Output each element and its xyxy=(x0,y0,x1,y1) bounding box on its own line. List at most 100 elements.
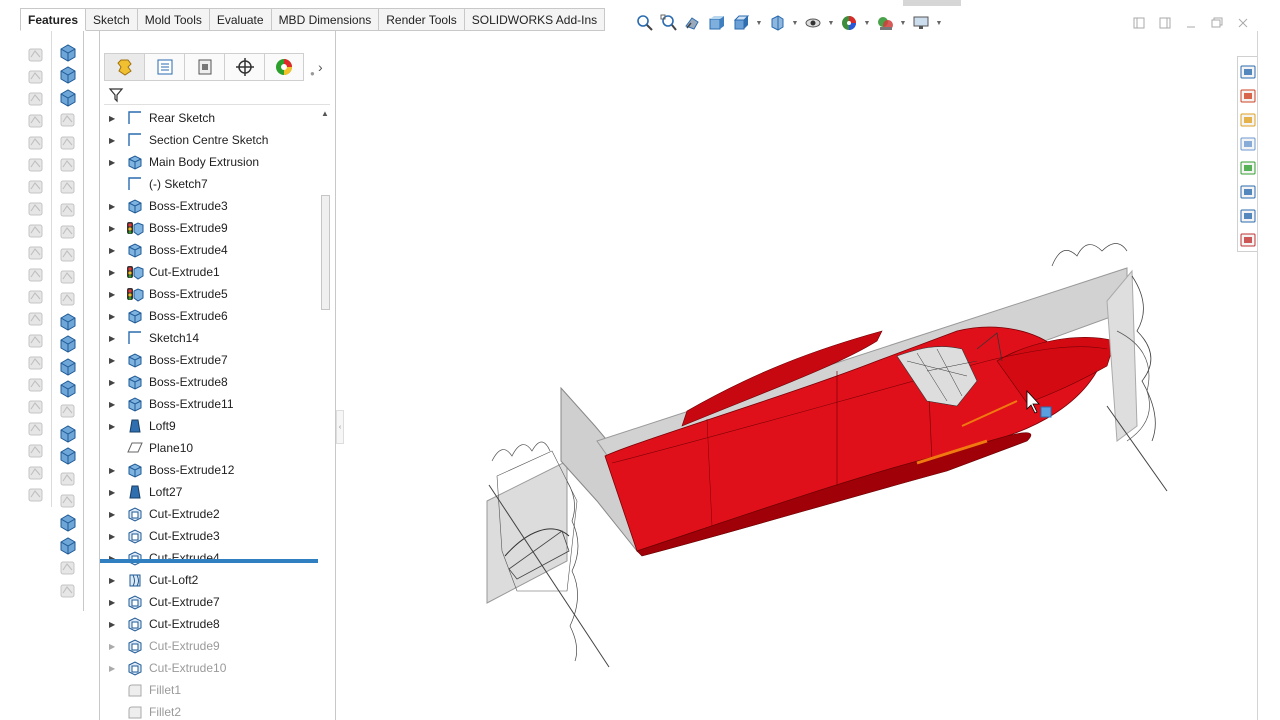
swept-cut-icon[interactable] xyxy=(58,110,78,130)
tab-mbd-dimensions[interactable]: MBD Dimensions xyxy=(271,8,380,31)
curves-icon[interactable] xyxy=(26,375,46,395)
tree-item[interactable]: ▶ Rear Sketch xyxy=(100,107,318,129)
expand-arrow-icon[interactable]: ▶ xyxy=(100,290,120,299)
tree-item[interactable]: ▶ Boss-Extrude7 xyxy=(100,349,318,371)
expand-arrow-icon[interactable]: ▶ xyxy=(100,620,120,629)
tree-item[interactable]: Plane10 xyxy=(100,437,318,459)
chamfer-icon[interactable] xyxy=(58,177,78,197)
thicken-icon[interactable] xyxy=(26,155,46,175)
more-tabs-chevron-icon[interactable]: › xyxy=(318,59,323,75)
expand-arrow-icon[interactable]: ▶ xyxy=(100,400,120,409)
close-icon[interactable] xyxy=(1234,14,1252,32)
tree-item[interactable]: ▶ Boss-Extrude11 xyxy=(100,393,318,415)
tree-item[interactable]: ▶ Boss-Extrude3 xyxy=(100,195,318,217)
custom-properties-icon[interactable] xyxy=(1239,183,1257,201)
boundary-boss-icon[interactable] xyxy=(26,133,46,153)
wrap-icon[interactable] xyxy=(26,287,46,307)
delete-face-icon[interactable] xyxy=(58,312,78,332)
deform-icon[interactable] xyxy=(26,463,46,483)
point-icon[interactable] xyxy=(58,424,78,444)
tab-features[interactable]: Features xyxy=(20,8,87,31)
move-face-icon[interactable] xyxy=(58,289,78,309)
dimxpert-manager-tab-icon[interactable] xyxy=(224,53,264,81)
boundary-cut-icon[interactable] xyxy=(58,155,78,175)
indent-icon[interactable] xyxy=(26,485,46,505)
coordinate-system-icon[interactable] xyxy=(58,401,78,421)
tab-mold-tools[interactable]: Mold Tools xyxy=(137,8,210,31)
tab-solidworks-add-ins[interactable]: SOLIDWORKS Add-Ins xyxy=(464,8,606,31)
design-library-icon[interactable] xyxy=(1239,87,1257,105)
rollback-bar[interactable] xyxy=(100,559,318,563)
expand-arrow-icon[interactable]: ▶ xyxy=(100,158,120,167)
reference-geometry-icon[interactable] xyxy=(26,353,46,373)
model-viewport[interactable] xyxy=(337,31,1257,720)
tree-item[interactable]: ▶ Boss-Extrude5 xyxy=(100,283,318,305)
revolved-cut-icon[interactable] xyxy=(58,88,78,108)
tree-scrollbar[interactable]: ▲ xyxy=(318,107,333,720)
tree-item[interactable]: ▶ Cut-Extrude4 xyxy=(100,547,318,569)
tree-item[interactable]: ▶ Boss-Extrude6 xyxy=(100,305,318,327)
tab-render-tools[interactable]: Render Tools xyxy=(379,8,465,31)
tree-item[interactable]: ▶ Cut-Extrude2 xyxy=(100,503,318,525)
feature-manager-tab-icon[interactable] xyxy=(104,53,144,81)
tree-item[interactable]: ▶ Cut-Extrude8 xyxy=(100,613,318,635)
configuration-manager-tab-icon[interactable] xyxy=(184,53,224,81)
axis-icon[interactable] xyxy=(58,379,78,399)
fillet-xpert-icon[interactable] xyxy=(58,267,78,287)
mirror-icon[interactable] xyxy=(26,331,46,351)
extruded-cut-icon[interactable] xyxy=(58,43,78,63)
scroll-up-arrow-icon[interactable]: ▲ xyxy=(321,109,329,118)
expand-arrow-icon[interactable]: ▶ xyxy=(100,642,120,651)
tree-item[interactable]: ▶ Loft27 xyxy=(100,481,318,503)
tree-filter-bar[interactable] xyxy=(104,85,330,105)
expand-arrow-icon[interactable]: ▶ xyxy=(100,114,120,123)
appearances-icon[interactable] xyxy=(1239,159,1257,177)
helix-icon[interactable] xyxy=(58,446,78,466)
tree-item[interactable]: ▶ Main Body Extrusion xyxy=(100,151,318,173)
circular-pattern-icon[interactable] xyxy=(58,200,78,220)
tree-item[interactable]: ▶ Cut-Loft2 xyxy=(100,569,318,591)
file-explorer-icon[interactable] xyxy=(1239,111,1257,129)
tree-item[interactable]: ▶ Cut-Extrude7 xyxy=(100,591,318,613)
make-drawing-icon[interactable] xyxy=(58,558,78,578)
expand-arrow-icon[interactable]: ▶ xyxy=(100,532,120,541)
tree-item[interactable]: Fillet1 xyxy=(100,679,318,701)
make-assembly-icon[interactable] xyxy=(58,581,78,601)
tile-right-icon[interactable] xyxy=(1156,14,1174,32)
tree-item[interactable]: ▶ Sketch14 xyxy=(100,327,318,349)
tree-item[interactable]: ▶ Loft9 xyxy=(100,415,318,437)
solidworks-forum-icon[interactable] xyxy=(1239,207,1257,225)
property-manager-tab-icon[interactable] xyxy=(144,53,184,81)
tree-item[interactable]: ▶ Boss-Extrude12 xyxy=(100,459,318,481)
expand-arrow-icon[interactable]: ▶ xyxy=(100,268,120,277)
expand-arrow-icon[interactable]: ▶ xyxy=(100,356,120,365)
tree-item[interactable]: ▶ Boss-Extrude4 xyxy=(100,239,318,261)
tile-left-icon[interactable] xyxy=(1130,14,1148,32)
tree-item[interactable]: ▶ Cut-Extrude3 xyxy=(100,525,318,547)
expand-arrow-icon[interactable]: ▶ xyxy=(100,202,120,211)
expand-arrow-icon[interactable]: ▶ xyxy=(100,664,120,673)
shell-icon[interactable] xyxy=(26,265,46,285)
expand-arrow-icon[interactable]: ▶ xyxy=(100,136,120,145)
dome-icon[interactable] xyxy=(26,419,46,439)
hole-wizard-icon[interactable] xyxy=(58,65,78,85)
expand-arrow-icon[interactable]: ▶ xyxy=(100,488,120,497)
project-curve-icon[interactable] xyxy=(58,469,78,489)
rib-icon[interactable] xyxy=(26,221,46,241)
view-palette-icon[interactable] xyxy=(1239,135,1257,153)
display-manager-tab-icon[interactable] xyxy=(264,53,304,81)
tab-evaluate[interactable]: Evaluate xyxy=(209,8,272,31)
selection-handle[interactable] xyxy=(1040,406,1052,418)
tree-item[interactable]: Fillet2 xyxy=(100,701,318,720)
lofted-cut-icon[interactable] xyxy=(58,133,78,153)
filter-icon[interactable] xyxy=(108,87,124,103)
expand-arrow-icon[interactable]: ▶ xyxy=(100,334,120,343)
expand-arrow-icon[interactable]: ▶ xyxy=(100,224,120,233)
toolbox-icon[interactable] xyxy=(1239,231,1257,249)
move-copy-body-icon[interactable] xyxy=(58,536,78,556)
plane-tool-icon[interactable] xyxy=(58,357,78,377)
tree-item[interactable]: ▶ Cut-Extrude9 xyxy=(100,635,318,657)
expand-arrow-icon[interactable]: ▶ xyxy=(100,598,120,607)
expand-arrow-icon[interactable]: ▶ xyxy=(100,246,120,255)
extruded-boss-icon[interactable] xyxy=(26,45,46,65)
